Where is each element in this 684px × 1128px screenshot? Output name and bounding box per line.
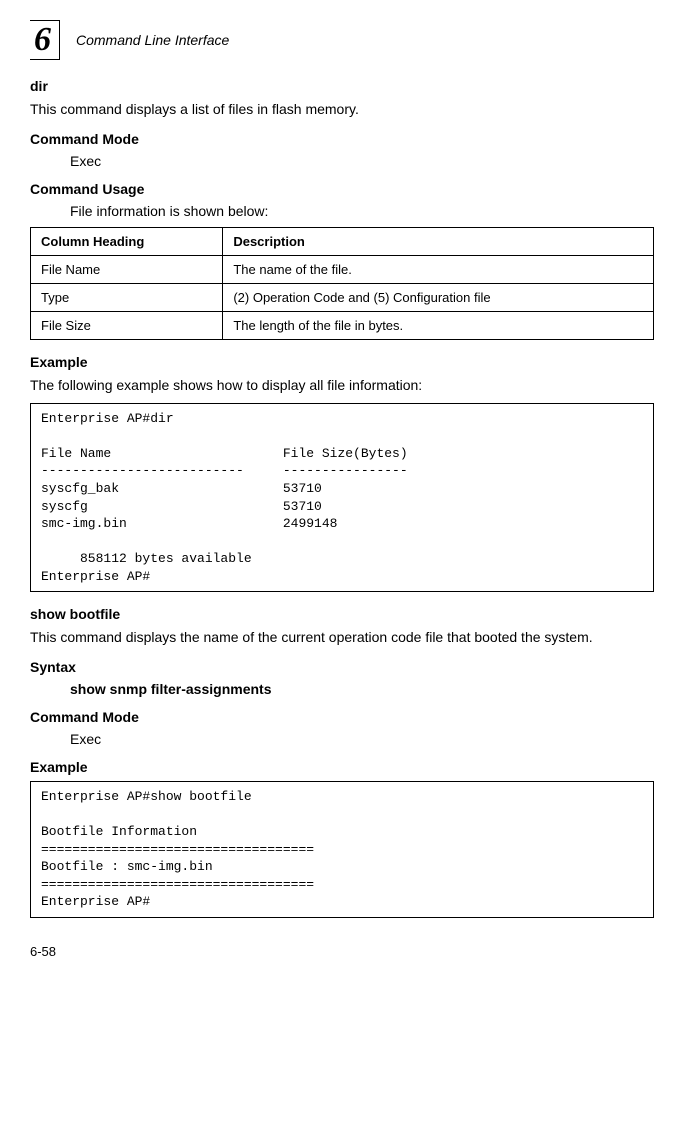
chapter-title: Command Line Interface — [76, 32, 229, 48]
command-usage-text: File information is shown below: — [70, 203, 654, 219]
command-usage-heading: Command Usage — [30, 181, 654, 197]
table-row: Type (2) Operation Code and (5) Configur… — [31, 283, 654, 311]
table-header-col1: Column Heading — [31, 227, 223, 255]
file-info-table: Column Heading Description File Name The… — [30, 227, 654, 340]
syntax-text: show snmp filter-assignments — [70, 681, 654, 697]
table-header-row: Column Heading Description — [31, 227, 654, 255]
show-bootfile-heading: show bootfile — [30, 606, 654, 622]
table-header-col2: Description — [223, 227, 654, 255]
dir-description: This command displays a list of files in… — [30, 100, 654, 119]
bootfile-example-code: Enterprise AP#show bootfile Bootfile Inf… — [30, 781, 654, 918]
table-cell: File Size — [31, 311, 223, 339]
table-row: File Size The length of the file in byte… — [31, 311, 654, 339]
table-cell: Type — [31, 283, 223, 311]
syntax-heading: Syntax — [30, 659, 654, 675]
command-mode-value: Exec — [70, 153, 654, 169]
command-mode-heading-2: Command Mode — [30, 709, 654, 725]
command-mode-value-2: Exec — [70, 731, 654, 747]
table-cell: The length of the file in bytes. — [223, 311, 654, 339]
show-bootfile-description: This command displays the name of the cu… — [30, 628, 654, 647]
dir-heading: dir — [30, 78, 654, 94]
dir-example-code: Enterprise AP#dir File Name File Size(By… — [30, 403, 654, 592]
page-content: 6 Command Line Interface dir This comman… — [0, 0, 684, 989]
example-heading: Example — [30, 354, 654, 370]
table-cell: (2) Operation Code and (5) Configuration… — [223, 283, 654, 311]
chapter-number: 6 — [30, 20, 60, 60]
page-header: 6 Command Line Interface — [30, 20, 654, 60]
command-mode-heading: Command Mode — [30, 131, 654, 147]
table-cell: The name of the file. — [223, 255, 654, 283]
table-cell: File Name — [31, 255, 223, 283]
example-heading-2: Example — [30, 759, 654, 775]
page-number: 6-58 — [30, 944, 654, 959]
table-row: File Name The name of the file. — [31, 255, 654, 283]
example-text: The following example shows how to displ… — [30, 376, 654, 395]
